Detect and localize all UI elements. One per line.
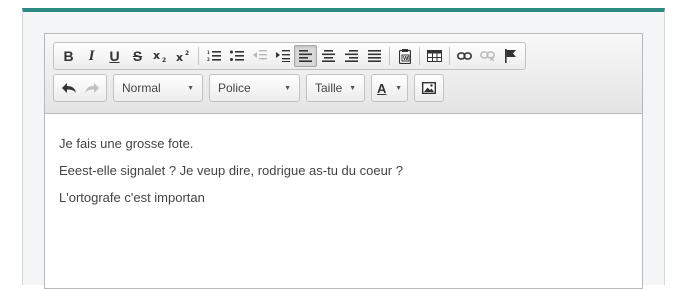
font-select-value: Police xyxy=(218,81,251,95)
chevron-down-icon: ▼ xyxy=(284,84,291,92)
paste-word-icon: W xyxy=(398,48,411,64)
size-select[interactable]: Taille ▼ xyxy=(306,74,365,102)
toolbar-separator xyxy=(389,47,390,65)
toolbar-separator xyxy=(449,47,450,65)
rich-text-editor: B I U S x2 x2 12 W Normal ▼ Police ▼ Tai… xyxy=(44,33,643,289)
bold-icon: B xyxy=(63,48,74,64)
outdent-button[interactable] xyxy=(248,45,271,67)
align-justify-button[interactable] xyxy=(363,45,386,67)
flag-icon xyxy=(504,49,516,63)
undo-button[interactable] xyxy=(57,77,80,99)
svg-text:x: x xyxy=(176,51,183,63)
superscript-icon: x2 xyxy=(176,50,189,63)
text-color-icon: A xyxy=(377,80,387,96)
format-select-value: Normal xyxy=(122,81,161,95)
editor-frame: B I U S x2 x2 12 W Normal ▼ Police ▼ Tai… xyxy=(22,8,665,289)
anchor-button[interactable] xyxy=(499,45,522,67)
formatting-button-group: B I U S x2 x2 12 W xyxy=(53,42,526,70)
strikethrough-button[interactable]: S xyxy=(126,45,149,67)
align-center-button[interactable] xyxy=(317,45,340,67)
underline-icon: U xyxy=(109,48,120,64)
svg-text:2: 2 xyxy=(185,50,189,57)
subscript-button[interactable]: x2 xyxy=(149,45,172,67)
toolbar-separator xyxy=(198,47,199,65)
strikethrough-icon: S xyxy=(132,48,143,64)
svg-text:W: W xyxy=(403,56,409,62)
subscript-icon: x2 xyxy=(153,49,166,63)
underline-button[interactable]: U xyxy=(103,45,126,67)
bullet-list-icon xyxy=(229,50,244,61)
image-icon xyxy=(422,82,436,94)
link-icon xyxy=(457,52,472,60)
editor-content-area[interactable]: Je fais une grosse fote. Eeest-elle sign… xyxy=(59,130,403,211)
chevron-down-icon: ▼ xyxy=(187,84,194,92)
indent-icon xyxy=(275,50,290,62)
italic-icon: I xyxy=(88,47,95,64)
indent-button[interactable] xyxy=(271,45,294,67)
content-line: Je fais une grosse fote. xyxy=(59,136,194,151)
redo-button[interactable] xyxy=(80,77,103,99)
table-icon xyxy=(427,50,442,62)
remove-link-button[interactable] xyxy=(476,45,499,67)
format-select[interactable]: Normal ▼ xyxy=(113,74,203,102)
text-color-button[interactable]: A ▼ xyxy=(371,74,408,102)
size-select-value: Taille xyxy=(315,81,343,95)
content-line: Eeest-elle signalet ? Je veup dire, rodr… xyxy=(59,163,403,178)
paste-from-word-button[interactable]: W xyxy=(393,45,416,67)
align-left-icon xyxy=(299,50,312,62)
toolbar-row-formatting: B I U S x2 x2 12 W xyxy=(53,42,526,70)
svg-text:2: 2 xyxy=(162,57,166,63)
align-right-icon xyxy=(345,50,358,62)
editor-toolbar: B I U S x2 x2 12 W Normal ▼ Police ▼ Tai… xyxy=(45,34,642,114)
italic-button[interactable]: I xyxy=(80,45,103,67)
bullet-list-button[interactable] xyxy=(225,45,248,67)
align-justify-icon xyxy=(368,50,381,62)
numbered-list-icon: 12 xyxy=(207,50,221,62)
history-button-group xyxy=(53,74,107,102)
superscript-button[interactable]: x2 xyxy=(172,45,195,67)
toolbar-separator xyxy=(419,47,420,65)
font-select[interactable]: Police ▼ xyxy=(209,74,300,102)
undo-icon xyxy=(61,82,76,93)
align-right-button[interactable] xyxy=(340,45,363,67)
align-left-button[interactable] xyxy=(294,45,317,67)
redo-icon xyxy=(84,82,99,93)
chevron-down-icon: ▼ xyxy=(349,84,356,92)
bold-button[interactable]: B xyxy=(57,45,80,67)
chevron-down-icon: ▼ xyxy=(395,84,402,92)
toolbar-row-styles: Normal ▼ Police ▼ Taille ▼ A ▼ xyxy=(53,74,450,102)
svg-text:2: 2 xyxy=(207,57,210,62)
insert-image-button[interactable] xyxy=(414,74,444,102)
insert-table-button[interactable] xyxy=(423,45,446,67)
align-center-icon xyxy=(322,50,335,62)
content-line: L'ortografe c'est importan xyxy=(59,190,205,205)
insert-link-button[interactable] xyxy=(453,45,476,67)
numbered-list-button[interactable]: 12 xyxy=(202,45,225,67)
svg-text:x: x xyxy=(153,49,160,62)
unlink-icon xyxy=(480,51,495,61)
svg-text:1: 1 xyxy=(207,50,210,55)
outdent-icon xyxy=(252,50,267,60)
